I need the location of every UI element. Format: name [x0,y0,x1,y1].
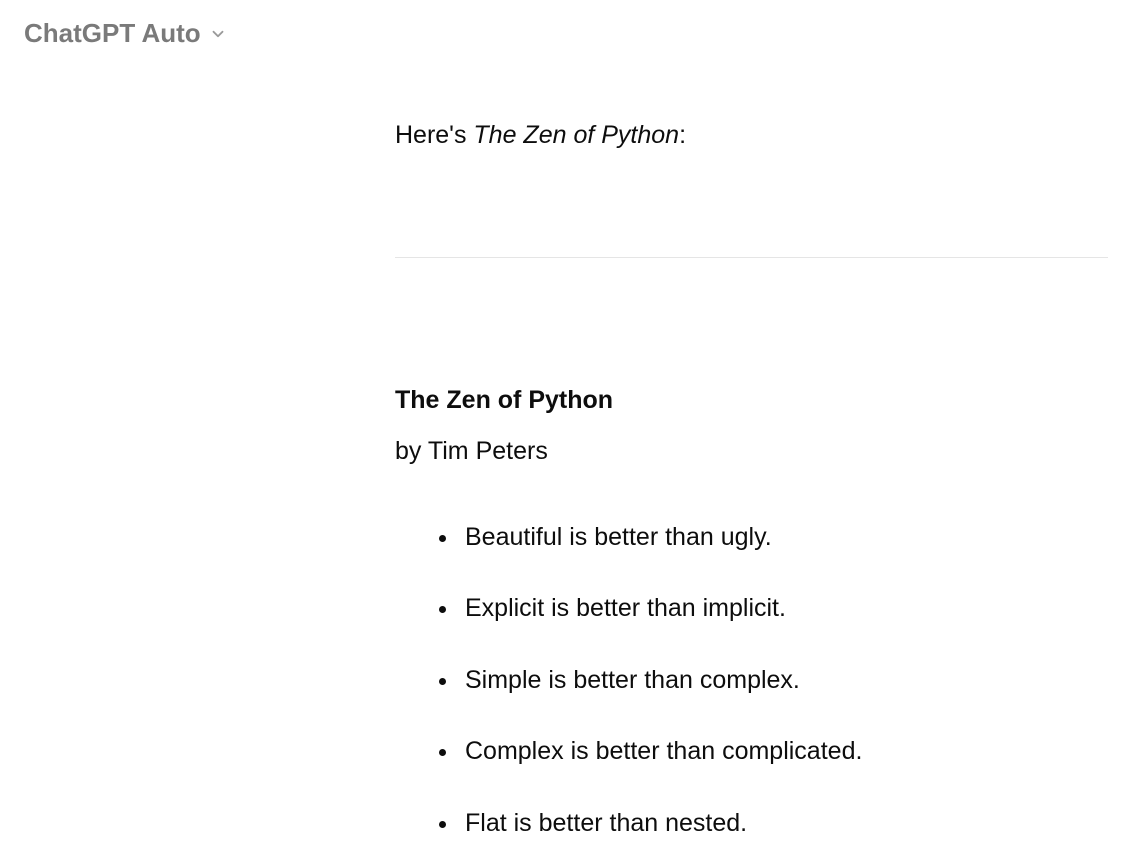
message-content: Here's The Zen of Python: The Zen of Pyt… [0,49,1128,842]
intro-line: Here's The Zen of Python: [395,117,1108,155]
intro-suffix: : [679,121,686,149]
intro-italic: The Zen of Python [473,121,679,149]
zen-byline: by Tim Peters [395,433,1108,471]
list-item: Flat is better than nested. [459,805,1108,842]
intro-prefix: Here's [395,121,473,149]
list-item: Beautiful is better than ugly. [459,519,1108,557]
section-divider [395,257,1108,258]
content-section: The Zen of Python by Tim Peters Beautifu… [395,382,1108,842]
list-item: Complex is better than complicated. [459,733,1108,771]
header-bar: ChatGPT Auto [0,0,1128,49]
zen-list: Beautiful is better than ugly. Explicit … [395,519,1108,842]
chevron-down-icon [209,25,227,43]
list-item: Explicit is better than implicit. [459,590,1108,628]
zen-title: The Zen of Python [395,382,1108,420]
model-selector[interactable]: ChatGPT Auto [24,18,227,49]
model-selector-label: ChatGPT Auto [24,18,201,49]
list-item: Simple is better than complex. [459,662,1108,700]
